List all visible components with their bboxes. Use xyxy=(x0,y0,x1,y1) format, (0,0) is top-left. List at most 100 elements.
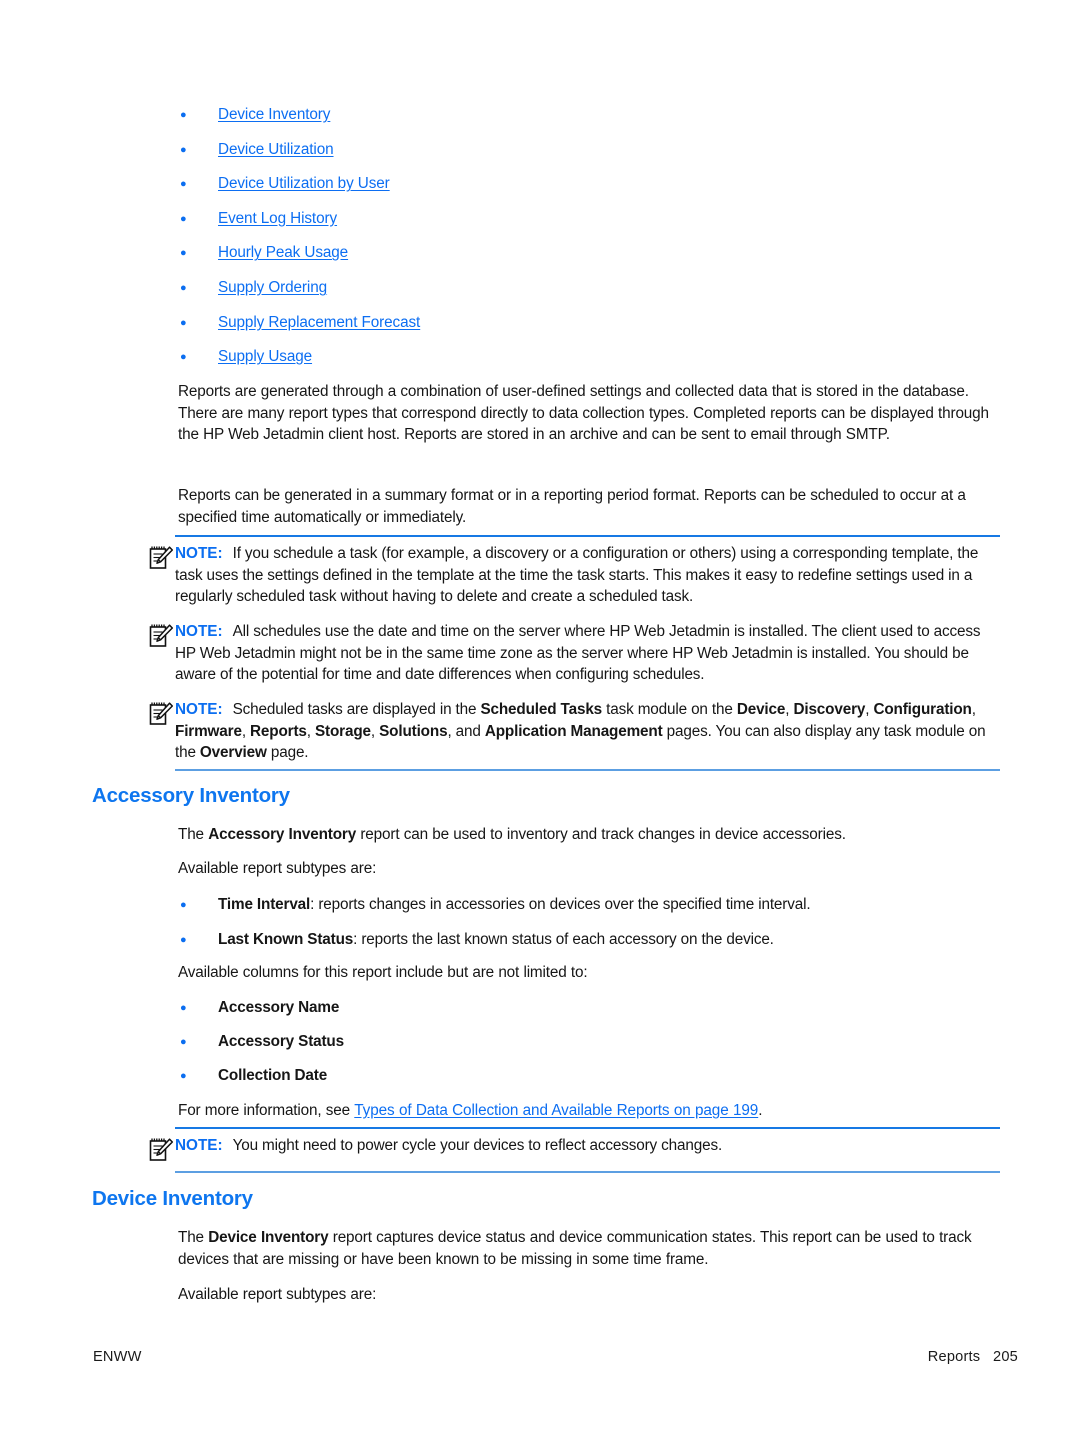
link-supply-replacement-forecast[interactable]: Supply Replacement Forecast xyxy=(218,314,420,332)
link-types-of-data-collection[interactable]: Types of Data Collection and Available R… xyxy=(354,1102,758,1119)
note-content: All schedules use the date and time on t… xyxy=(175,623,981,684)
sep: , xyxy=(971,701,976,718)
note-icon xyxy=(148,700,175,726)
page-title-device-inventory: Device Inventory xyxy=(92,1187,253,1210)
note-block-server-time: NOTE: All schedules use the date and time… xyxy=(148,613,1000,686)
label-available-columns: Available columns for this report includ… xyxy=(178,964,588,981)
list-item: Device Inventory xyxy=(178,106,878,141)
emphasis-last-known-status: Last Known Status xyxy=(218,931,354,948)
bullet-icon xyxy=(178,211,218,227)
list-item: Accessory Name xyxy=(178,997,1000,1031)
list-item: Accessory Status xyxy=(178,1031,1000,1065)
accessory-subtype-list: Time Interval: reports changes in access… xyxy=(178,894,1000,964)
note-label: NOTE: xyxy=(175,545,223,562)
list-item: Supply Replacement Forecast xyxy=(178,314,878,349)
report-type-link-list: Device Inventory Device Utilization Devi… xyxy=(178,106,878,383)
footer-left-enww: ENWW xyxy=(93,1349,142,1365)
subtype-time-interval: Time Interval: reports changes in access… xyxy=(218,894,1000,916)
bullet-icon xyxy=(178,176,218,192)
note-label: NOTE: xyxy=(175,623,223,640)
text-fragment: : reports changes in accessories on devi… xyxy=(310,896,811,913)
note-content-p2: task module on the xyxy=(602,701,737,718)
bullet-icon xyxy=(178,1000,218,1016)
link-device-inventory[interactable]: Device Inventory xyxy=(218,106,330,124)
emphasis-time-interval: Time Interval xyxy=(218,896,311,913)
note-divider-top xyxy=(175,1127,1000,1129)
paragraph-accessory-intro: The Accessory Inventory report can be us… xyxy=(178,824,1000,846)
list-item: Time Interval: reports changes in access… xyxy=(178,894,1000,929)
text-fragment: The xyxy=(178,1229,209,1246)
note-icon xyxy=(148,1136,175,1162)
list-item: Device Utilization by User xyxy=(178,175,878,210)
note-content-p1: Scheduled tasks are displayed in the xyxy=(232,701,481,718)
note-block-scheduled-tasks: NOTE: Scheduled tasks are displayed in th… xyxy=(148,691,1000,771)
note-icon xyxy=(148,622,175,648)
emphasis-device-inventory: Device Inventory xyxy=(208,1229,329,1246)
accessory-columns-list: Accessory Name Accessory Status Collecti… xyxy=(178,997,1000,1099)
sep: , xyxy=(306,722,315,740)
text-fragment: The xyxy=(178,826,209,843)
link-event-log-history[interactable]: Event Log History xyxy=(218,210,337,228)
bullet-icon xyxy=(178,1034,218,1050)
paragraph-device-inventory-intro: The Device Inventory report captures dev… xyxy=(178,1227,1000,1270)
note-block-power-cycle: NOTE: You might need to power cycle your … xyxy=(148,1127,1000,1173)
note-divider-bottom xyxy=(175,1171,1000,1173)
bullet-icon xyxy=(178,1068,218,1084)
page-title-accessory-inventory: Accessory Inventory xyxy=(92,784,290,807)
bullet-icon xyxy=(178,142,218,158)
emphasis-scheduled-tasks: Scheduled Tasks xyxy=(480,701,603,718)
column-accessory-status: Accessory Status xyxy=(218,1033,344,1050)
note-label: NOTE: xyxy=(175,701,223,718)
column-accessory-name: Accessory Name xyxy=(218,999,340,1016)
list-item: Last Known Status: reports the last know… xyxy=(178,929,1000,964)
list-item: Hourly Peak Usage xyxy=(178,244,878,279)
sep: , xyxy=(241,722,251,740)
bullet-icon xyxy=(178,932,218,948)
emphasis-firmware: Firmware xyxy=(175,722,242,740)
link-supply-ordering[interactable]: Supply Ordering xyxy=(218,279,327,297)
document-page: Device Inventory Device Utilization Devi… xyxy=(0,0,1080,1437)
list-item: Supply Usage xyxy=(178,348,878,383)
bullet-icon xyxy=(178,897,218,913)
link-device-utilization[interactable]: Device Utilization xyxy=(218,141,334,159)
text-fragment: . xyxy=(758,1102,763,1119)
link-supply-usage[interactable]: Supply Usage xyxy=(218,348,312,366)
text-fragment: report can be used to inventory and trac… xyxy=(356,826,846,843)
text-fragment: For more information, see xyxy=(178,1102,355,1119)
paragraph-more-information: For more information, see Types of Data … xyxy=(178,1100,1000,1122)
list-item: Event Log History xyxy=(178,210,878,245)
emphasis-reports: Reports xyxy=(250,722,307,740)
label-device-subtypes: Available report subtypes are: xyxy=(178,1286,377,1303)
paragraph-reports-generated: Reports are generated through a combinat… xyxy=(178,383,989,443)
note-content-p4: page. xyxy=(266,744,309,762)
note-content: You might need to power cycle your devic… xyxy=(232,1137,723,1154)
link-device-utilization-by-user[interactable]: Device Utilization by User xyxy=(218,175,390,193)
bullet-icon xyxy=(178,107,218,123)
column-collection-date: Collection Date xyxy=(218,1067,328,1084)
emphasis-storage: Storage xyxy=(314,722,371,740)
note-icon xyxy=(148,544,175,570)
list-item: Supply Ordering xyxy=(178,279,878,314)
note-text: NOTE: Scheduled tasks are displayed in th… xyxy=(175,699,1000,764)
link-hourly-peak-usage[interactable]: Hourly Peak Usage xyxy=(218,244,348,262)
footer-right-page: Reports 205 xyxy=(927,1349,1018,1365)
emphasis-application-management: Application Management xyxy=(484,722,663,740)
label-available-subtypes: Available report subtypes are: xyxy=(178,860,377,877)
list-item: Device Utilization xyxy=(178,141,878,176)
note-text: NOTE: All schedules use the date and time… xyxy=(175,621,1000,686)
note-text: NOTE: You might need to power cycle your … xyxy=(175,1135,1000,1157)
bullet-icon xyxy=(178,245,218,261)
bullet-icon xyxy=(178,280,218,296)
note-divider-bottom xyxy=(175,769,1000,771)
paragraph-reports-format: Reports can be generated in a summary fo… xyxy=(178,487,966,526)
sep: , xyxy=(370,722,380,740)
bullet-icon xyxy=(178,349,218,365)
text-fragment: : reports the last known status of each … xyxy=(353,931,774,948)
emphasis-device: Device xyxy=(736,701,786,718)
sep: , and xyxy=(447,722,485,740)
emphasis-discovery: Discovery xyxy=(793,701,866,718)
emphasis-configuration: Configuration xyxy=(873,701,972,718)
note-text: NOTE: If you schedule a task (for example… xyxy=(175,543,1000,608)
note-label: NOTE: xyxy=(175,1137,223,1154)
bullet-icon xyxy=(178,315,218,331)
